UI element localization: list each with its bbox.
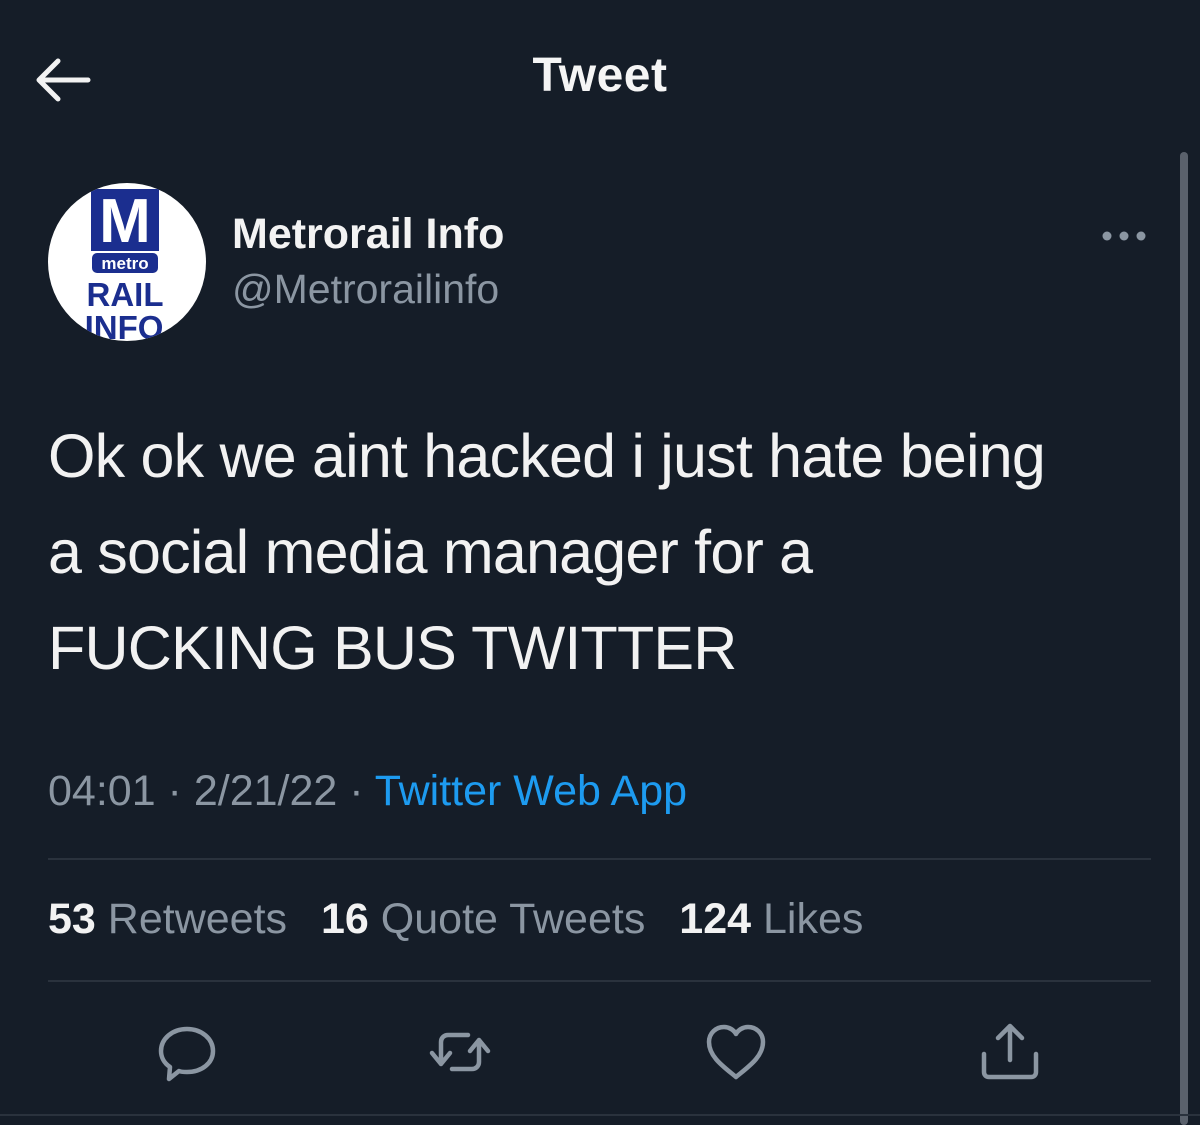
avatar[interactable]: M metro RAIL INFO (48, 183, 206, 341)
retweet-icon (429, 1032, 491, 1072)
retweet-button[interactable] (428, 1020, 492, 1084)
meta-separator: · (155, 767, 194, 815)
reply-icon (158, 1026, 216, 1082)
reply-button[interactable] (155, 1020, 219, 1084)
svg-text:RAIL: RAIL (87, 276, 164, 313)
tweet-metadata: 04:01 · 2/21/22 · Twitter Web App (48, 767, 687, 816)
divider (48, 980, 1151, 982)
heart-icon (706, 1024, 766, 1080)
svg-text:M: M (99, 187, 151, 256)
scrollbar[interactable] (1180, 152, 1188, 1125)
top-bar: Tweet (0, 0, 1200, 150)
divider (0, 1114, 1200, 1116)
author-display-name[interactable]: Metrorail Info (232, 210, 504, 259)
svg-text:INFO: INFO (85, 309, 164, 341)
likes-stat[interactable]: 124 Likes (679, 895, 863, 943)
more-dots-icon (1102, 231, 1146, 241)
quote-tweets-stat[interactable]: 16 Quote Tweets (321, 895, 645, 943)
svg-text:metro: metro (101, 254, 148, 273)
tweet-text-line: a social media manager for a (48, 518, 813, 586)
page-title: Tweet (532, 49, 668, 102)
meta-separator: · (337, 767, 375, 815)
tweet-text-line: FUCKING BUS TWITTER (48, 614, 737, 682)
share-icon (981, 1023, 1039, 1080)
like-button[interactable] (704, 1020, 768, 1084)
retweets-stat[interactable]: 53 Retweets (48, 895, 287, 943)
metrorail-logo: M metro RAIL INFO (85, 187, 164, 341)
tweet-time[interactable]: 04:01 (48, 767, 156, 815)
share-button[interactable] (978, 1020, 1042, 1084)
tweet-source-link[interactable]: Twitter Web App (375, 767, 687, 815)
tweet-text: Ok ok we aint hacked i just hate being a… (48, 408, 1158, 696)
engagement-stats: 53 Retweets 16 Quote Tweets 124 Likes (48, 895, 885, 944)
divider (48, 858, 1151, 860)
tweet-text-line: Ok ok we aint hacked i just hate being (48, 422, 1046, 490)
author-handle[interactable]: @Metrorailinfo (232, 266, 499, 313)
tweet-date[interactable]: 2/21/22 (194, 767, 337, 815)
more-options-button[interactable] (1095, 218, 1155, 254)
